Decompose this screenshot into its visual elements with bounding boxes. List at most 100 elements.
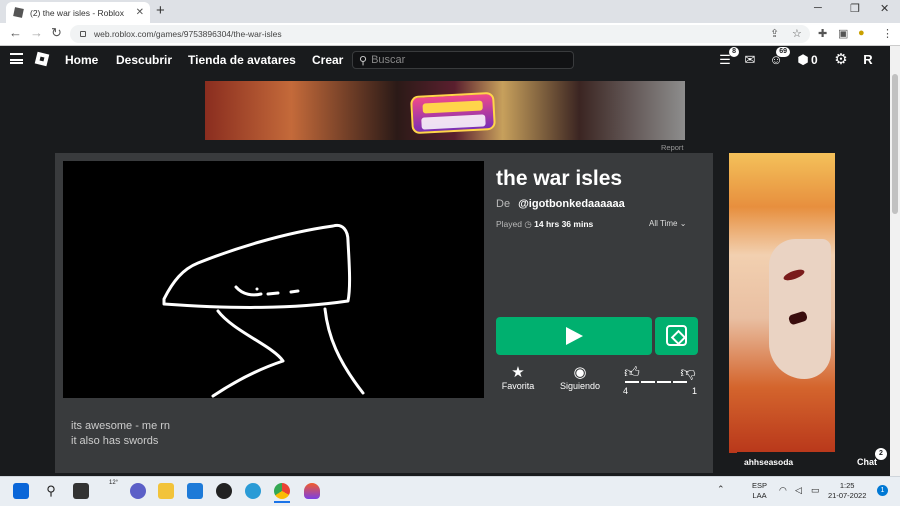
roblox-favicon-icon xyxy=(13,7,24,18)
search-input[interactable] xyxy=(371,54,562,66)
back-icon[interactable]: ← xyxy=(9,26,22,40)
keyboard-layout: LAA xyxy=(752,491,767,500)
following-label: Siguiendo xyxy=(559,381,601,391)
by-label: De xyxy=(496,198,511,210)
chat-app-icon[interactable] xyxy=(130,483,146,499)
messages-icon[interactable]: ✉ xyxy=(742,52,758,68)
dislike-count: 1 xyxy=(692,386,698,396)
chat-username[interactable]: ahhseasoda xyxy=(744,457,793,467)
wifi-icon[interactable]: ◠ xyxy=(779,485,787,496)
creator-link[interactable]: @igotbonkedaaaaaa xyxy=(518,198,625,210)
forward-icon[interactable]: → xyxy=(30,26,43,40)
sidepanel-icon[interactable]: ▣ xyxy=(838,27,848,40)
played-time: Played ◷ 14 hrs 36 mins xyxy=(496,219,593,229)
banner-ad[interactable] xyxy=(205,81,685,140)
tray-chevron-icon[interactable]: ⌃ xyxy=(717,484,725,495)
favorite-button[interactable]: ★ Favorita xyxy=(500,364,536,391)
search-taskbar-icon[interactable]: ⚲ xyxy=(43,483,59,499)
url-text: web.roblox.com/games/9753896304/the-war-… xyxy=(94,29,282,39)
vote-ratio-bar xyxy=(625,381,697,383)
thumbs-down-icon: 👎︎ xyxy=(680,364,696,381)
start-windows-icon[interactable] xyxy=(13,483,29,499)
profile-avatar-icon[interactable]: ● xyxy=(858,27,865,39)
window-minimize-icon[interactable]: ─ xyxy=(814,2,822,14)
edge-icon[interactable] xyxy=(245,483,261,499)
active-indicator xyxy=(274,501,290,503)
nav-discover[interactable]: Descubrir xyxy=(116,53,172,67)
chat-badge: 2 xyxy=(875,448,887,460)
played-label: Played xyxy=(496,219,522,229)
window-close-icon[interactable]: ✕ xyxy=(880,2,889,15)
clock-time: 1:25 xyxy=(839,481,855,490)
page-scrollbar[interactable] xyxy=(890,46,900,476)
game-thumbnail[interactable] xyxy=(63,161,484,398)
chat-label[interactable]: Chat xyxy=(857,457,877,467)
url-field[interactable]: web.roblox.com/games/9753896304/the-war-… xyxy=(70,25,810,43)
rss-icon: ◉ xyxy=(573,364,587,381)
played-value: 14 hrs 36 mins xyxy=(534,219,594,229)
ad-logo xyxy=(410,91,496,135)
like-count: 4 xyxy=(623,386,629,396)
description-line: its awesome - me rn xyxy=(71,420,171,432)
tab-title: (2) the war isles - Roblox xyxy=(30,7,125,18)
play-icon xyxy=(566,327,583,345)
settings-gear-icon[interactable]: ⚙ xyxy=(833,52,849,68)
friends-badge: 69 xyxy=(776,47,790,57)
app-icon[interactable] xyxy=(304,483,320,499)
chevron-down-icon: ⌄ xyxy=(679,219,687,228)
nav-avatar-shop[interactable]: Tienda de avatares xyxy=(188,53,296,67)
catalog-icon[interactable]: ☰ 8 xyxy=(717,47,739,68)
time-filter-label: All Time xyxy=(649,219,678,228)
extensions-icon[interactable]: ✚ xyxy=(818,27,827,40)
hamburger-menu-icon[interactable] xyxy=(10,53,23,64)
clock[interactable]: 1:25 21-07-2022 xyxy=(828,481,866,501)
weather-widget[interactable]: 12° xyxy=(109,480,118,486)
favorite-label: Favorita xyxy=(501,381,535,391)
new-tab-button[interactable]: + xyxy=(156,3,165,19)
play-button[interactable] xyxy=(496,317,652,355)
clock-date: 21-07-2022 xyxy=(828,491,867,500)
game-description: its awesome - me rn it also has swords xyxy=(71,419,170,449)
thumbs-up-icon: 👍︎ xyxy=(624,364,640,381)
thumbnail-drawing xyxy=(162,223,365,398)
skyscraper-ad[interactable] xyxy=(729,153,835,453)
battery-icon[interactable]: ▭ xyxy=(811,485,820,496)
bookmark-star-icon[interactable]: ☆ xyxy=(792,27,802,40)
language-indicator[interactable]: ESP LAA xyxy=(752,481,767,501)
file-explorer-icon[interactable] xyxy=(158,483,174,499)
window-restore-icon[interactable]: ❐ xyxy=(850,2,860,15)
star-icon: ★ xyxy=(511,364,525,381)
follow-button[interactable]: ◉ Siguiendo xyxy=(557,364,603,391)
close-tab-icon[interactable]: ✕ xyxy=(136,7,144,18)
search-box: ⚲ xyxy=(352,51,574,69)
robux-balance: 0 xyxy=(811,53,818,67)
task-view-icon[interactable] xyxy=(73,483,89,499)
notification-badge[interactable]: 1 xyxy=(877,485,888,496)
dislike-button[interactable]: 👎︎ xyxy=(680,364,696,381)
friends-icon[interactable]: ☺ 69 xyxy=(768,47,790,68)
nav-home[interactable]: Home xyxy=(65,53,98,67)
store-icon[interactable] xyxy=(187,483,203,499)
share-icon[interactable]: ⇪ xyxy=(770,27,779,40)
game-title: the war isles xyxy=(496,167,623,190)
studio-cube-icon xyxy=(666,325,687,346)
catalog-badge: 8 xyxy=(729,47,739,57)
volume-icon[interactable]: ◁ xyxy=(795,485,802,496)
language-code: ESP xyxy=(752,481,768,490)
creator-line: De @igotbonkedaaaaaa xyxy=(496,198,625,211)
open-in-studio-button[interactable] xyxy=(655,317,698,355)
browser-tab[interactable]: (2) the war isles - Roblox ✕ xyxy=(6,2,150,23)
user-avatar-icon[interactable]: R xyxy=(860,52,876,68)
lock-icon xyxy=(80,31,86,37)
clock-icon: ◷ xyxy=(524,219,532,229)
description-line: it also has swords xyxy=(71,435,159,447)
report-ad-link[interactable]: Report xyxy=(661,143,684,152)
chrome-icon[interactable] xyxy=(274,483,290,499)
reload-icon[interactable]: ↻ xyxy=(51,26,62,40)
browser-menu-icon[interactable]: ⋮ xyxy=(882,27,893,40)
like-button[interactable]: 👍︎ xyxy=(624,364,640,381)
time-filter-dropdown[interactable]: All Time ⌄ xyxy=(649,219,686,229)
nav-create[interactable]: Crear xyxy=(312,53,343,67)
app-icon[interactable] xyxy=(216,483,232,499)
robux-icon[interactable]: ⬢ xyxy=(795,52,811,68)
